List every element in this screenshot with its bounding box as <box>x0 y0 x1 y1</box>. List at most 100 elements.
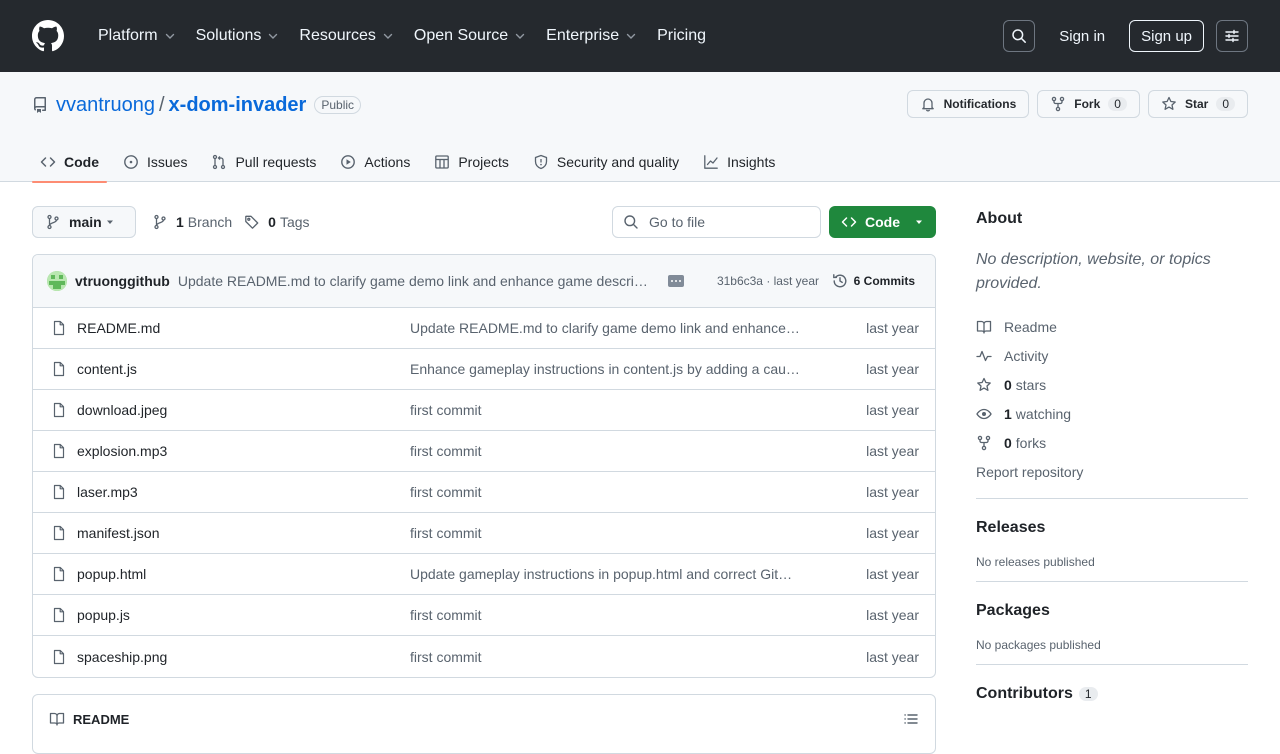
tags-count: 0 <box>268 214 276 230</box>
tab-label: Code <box>64 154 99 170</box>
file-commit-message[interactable]: Enhance gameplay instructions in content… <box>410 361 802 377</box>
nav-item-platform[interactable]: Platform <box>88 16 186 56</box>
commits-history-link[interactable]: 6 Commits <box>832 273 915 289</box>
file-commit-message[interactable]: first commit <box>410 525 802 541</box>
contributors-heading[interactable]: Contributors 1 <box>976 685 1248 703</box>
nav-item-resources[interactable]: Resources <box>289 16 403 56</box>
sidebar-link-count: 0 <box>1004 376 1012 393</box>
readme-panel: README <box>32 694 936 754</box>
nav-item-label: Resources <box>299 27 376 44</box>
file-commit-age: last year <box>866 402 919 418</box>
file-name-link[interactable]: explosion.mp3 <box>77 443 167 459</box>
repo-separator: / <box>158 93 165 116</box>
repo-owner-link[interactable]: vvantruong <box>56 94 155 117</box>
header-menu-button[interactable] <box>1216 20 1248 52</box>
commit-message[interactable]: Update README.md to clarify game demo li… <box>178 273 654 289</box>
chevron-down-icon <box>383 33 393 39</box>
search-button[interactable] <box>1003 20 1036 52</box>
tags-link[interactable]: 0 Tags <box>244 214 310 230</box>
tab-projects[interactable]: Projects <box>426 142 517 182</box>
tab-issues[interactable]: Issues <box>115 142 195 182</box>
contributors-count: 1 <box>1078 686 1098 701</box>
star-icon <box>1162 96 1176 110</box>
star-button[interactable]: Star 0 <box>1147 90 1248 118</box>
graph-icon <box>704 155 718 169</box>
tab-security-and-quality[interactable]: Security and quality <box>525 142 687 182</box>
table-row: content.js Enhance gameplay instructions … <box>33 349 935 390</box>
commits-count: 6 Commits <box>853 274 915 288</box>
commit-hash-time[interactable]: 31b6c3a · last year <box>717 274 819 288</box>
branch-icon <box>47 214 59 230</box>
sidebar-link-activity[interactable]: Activity <box>976 341 1248 370</box>
packages-heading[interactable]: Packages <box>976 602 1248 620</box>
commit-author[interactable]: vtruonggithub <box>75 273 170 289</box>
file-commit-message[interactable]: first commit <box>410 607 802 623</box>
star-count: 0 <box>1216 97 1235 111</box>
notifications-button[interactable]: Notifications <box>906 90 1030 118</box>
history-icon <box>832 274 847 288</box>
sidebar-divider <box>976 664 1248 665</box>
nav-item-label: Pricing <box>657 27 706 44</box>
code-icon <box>40 157 56 167</box>
file-name-link[interactable]: spaceship.png <box>77 649 167 665</box>
code-icon <box>841 217 857 227</box>
fork-count: 0 <box>1108 97 1127 111</box>
nav-item-solutions[interactable]: Solutions <box>186 16 290 56</box>
tag-icon <box>245 215 259 229</box>
sidebar-link-watching[interactable]: 1 watching <box>976 399 1248 428</box>
fork-button[interactable]: Fork 0 <box>1037 90 1140 118</box>
tab-actions[interactable]: Actions <box>332 142 418 182</box>
file-name-link[interactable]: manifest.json <box>77 525 159 541</box>
sign-up-button[interactable]: Sign up <box>1129 20 1204 52</box>
sidebar-link-readme[interactable]: Readme <box>976 312 1248 341</box>
nav-item-label: Platform <box>98 27 158 44</box>
expand-commit-button[interactable] <box>667 275 684 287</box>
sidebar-link-forks[interactable]: 0 forks <box>976 428 1248 457</box>
caret-down-icon <box>107 220 113 224</box>
branches-count: 1 <box>176 214 184 230</box>
fork-label: Fork <box>1074 97 1101 111</box>
packages-empty-text: No packages published <box>976 638 1101 652</box>
sidebar-link-stars[interactable]: 0 stars <box>976 370 1248 399</box>
file-name-link[interactable]: laser.mp3 <box>77 484 138 500</box>
file-commit-message[interactable]: first commit <box>410 402 802 418</box>
tab-code[interactable]: Code <box>32 142 107 183</box>
file-name-link[interactable]: content.js <box>77 361 137 377</box>
file-commit-message[interactable]: Update README.md to clarify game demo li… <box>410 320 802 336</box>
nav-item-open-source[interactable]: Open Source <box>404 16 536 56</box>
tab-pull-requests[interactable]: Pull requests <box>203 142 324 182</box>
file-name-link[interactable]: download.jpeg <box>77 402 167 418</box>
nav-item-pricing[interactable]: Pricing <box>647 16 716 56</box>
code-dropdown-button[interactable]: Code <box>829 206 936 238</box>
sidebar-divider <box>976 581 1248 582</box>
table-row: README.md Update README.md to clarify gam… <box>33 308 935 349</box>
repo-sidebar: About No description, website, or topics… <box>976 206 1248 703</box>
file-name-link[interactable]: README.md <box>77 320 160 336</box>
file-name-link[interactable]: popup.html <box>77 566 146 582</box>
go-to-file-input[interactable]: Go to file <box>612 206 821 238</box>
report-repository-link[interactable]: Report repository <box>976 457 1248 486</box>
file-commit-message[interactable]: first commit <box>410 649 802 665</box>
readme-header[interactable]: README <box>49 711 129 727</box>
sidebar-link-label: stars <box>1015 376 1047 393</box>
file-name-link[interactable]: popup.js <box>77 607 130 623</box>
releases-heading[interactable]: Releases <box>976 519 1248 537</box>
branches-link[interactable]: 1 Branch <box>152 214 232 230</box>
repo-name-link[interactable]: x-dom-invader <box>169 94 307 117</box>
file-commit-message[interactable]: Update gameplay instructions in popup.ht… <box>410 566 802 582</box>
tab-insights[interactable]: Insights <box>695 142 783 182</box>
file-browser: vtruonggithub Update README.md to clarif… <box>32 254 936 678</box>
sign-in-link[interactable]: Sign in <box>1051 28 1113 45</box>
search-icon <box>624 215 638 229</box>
table-row: explosion.mp3 first commit last year <box>33 431 935 472</box>
nav-item-enterprise[interactable]: Enterprise <box>536 16 647 56</box>
branch-selector[interactable]: main <box>32 206 136 238</box>
github-logo-icon[interactable] <box>32 20 64 52</box>
file-commit-message[interactable]: first commit <box>410 484 802 500</box>
file-commit-age: last year <box>866 484 919 500</box>
avatar[interactable] <box>47 271 67 291</box>
list-icon[interactable] <box>903 711 919 727</box>
file-commit-message[interactable]: first commit <box>410 443 802 459</box>
contributors-label: Contributors <box>976 685 1073 702</box>
file-icon <box>53 320 65 336</box>
